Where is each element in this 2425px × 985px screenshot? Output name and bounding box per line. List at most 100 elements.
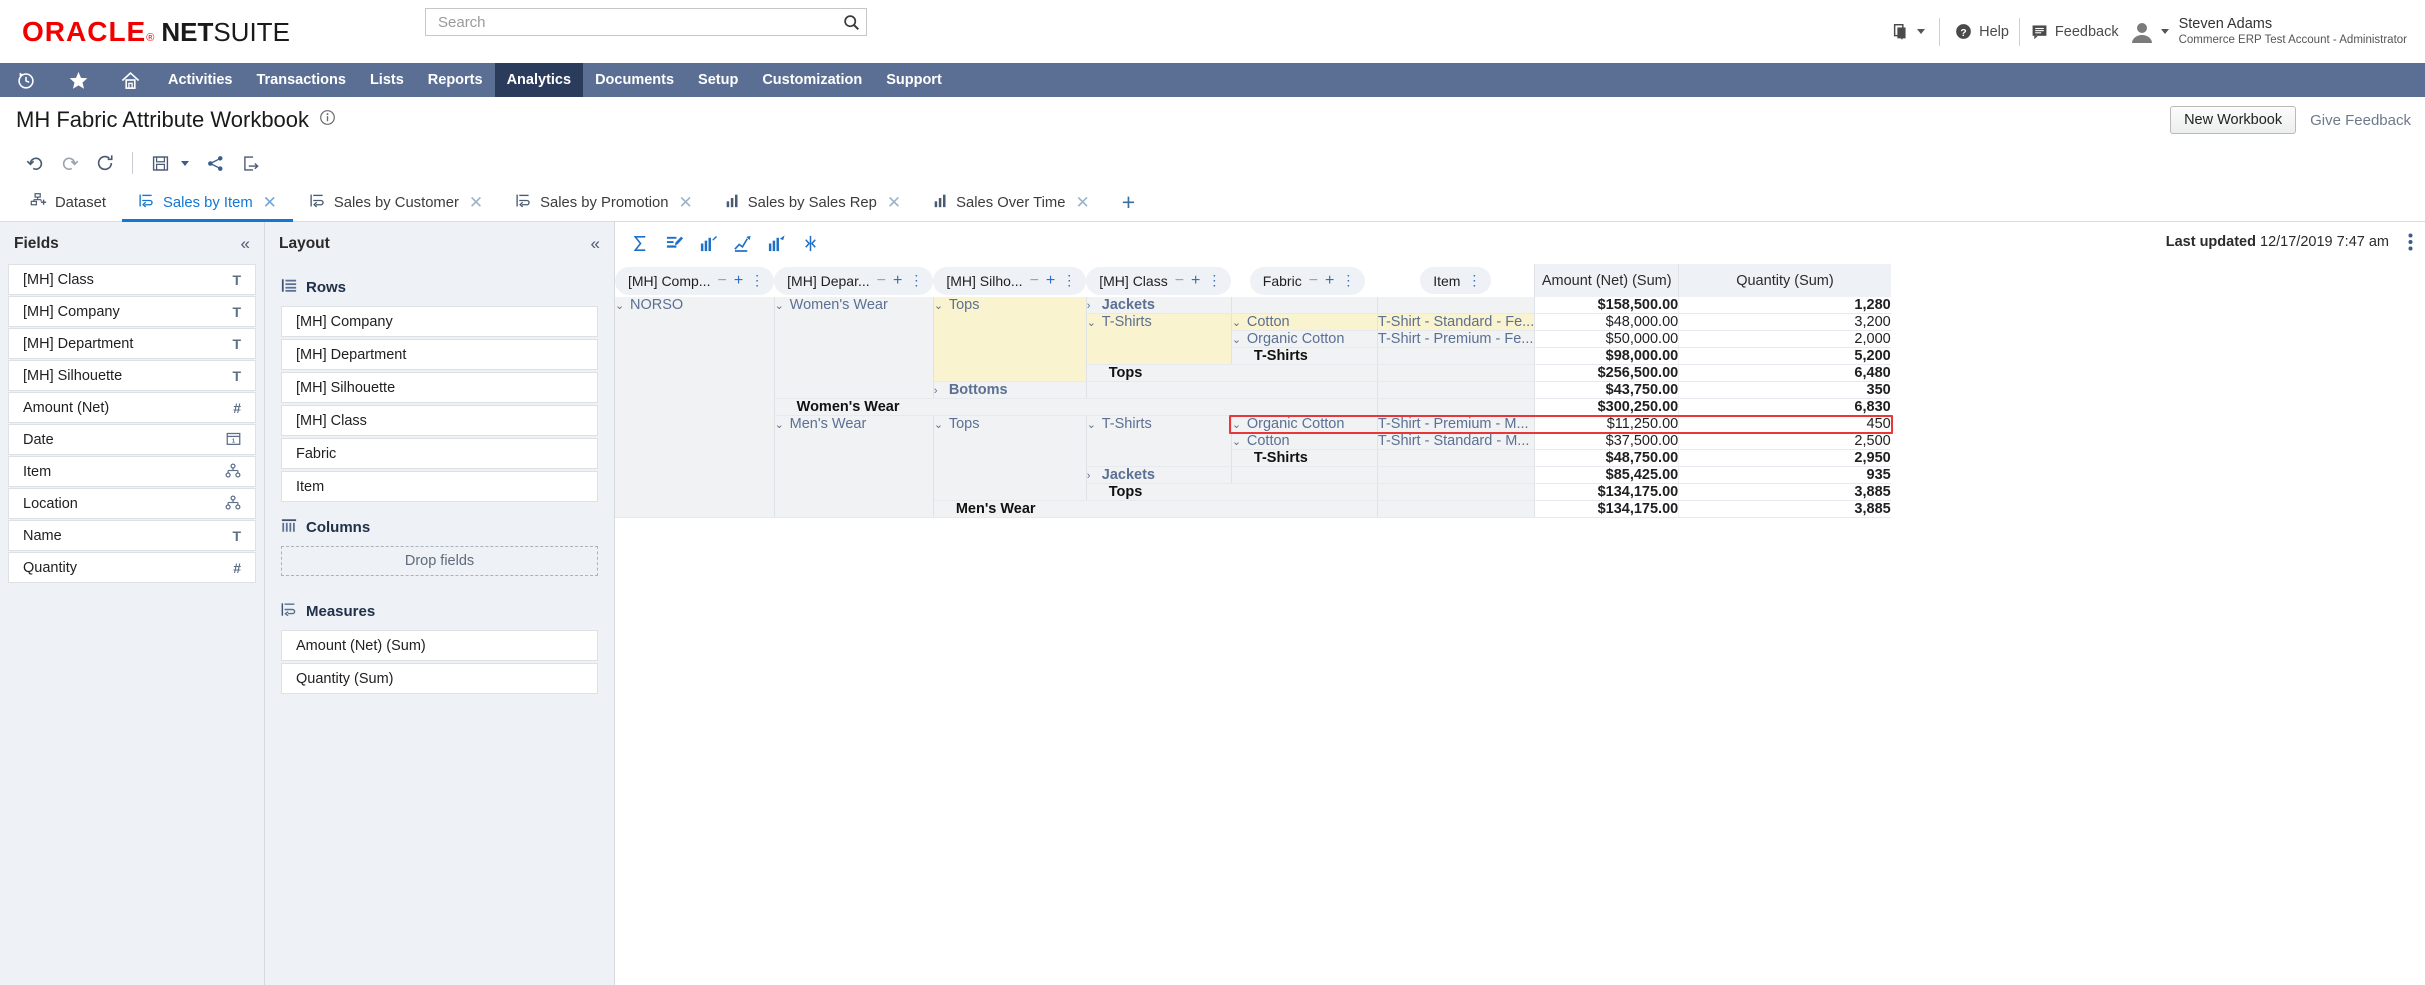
field-item[interactable]: [MH] Department T: [8, 328, 256, 359]
cell-class[interactable]: ⌄ T-Shirts: [1086, 313, 1232, 365]
table-row[interactable]: ⌄ Men's Wear ⌄ Tops ⌄ T-Shirts ⌄ Organic Cot…: [615, 415, 1891, 518]
close-icon[interactable]: ✕: [678, 194, 692, 211]
expand-level-icon[interactable]: +: [893, 272, 902, 290]
collapse-layout-icon[interactable]: «: [591, 234, 600, 254]
collapse-level-icon[interactable]: −: [1175, 272, 1184, 290]
undo-icon[interactable]: [18, 148, 51, 178]
netsuite-logo[interactable]: ORACLE ® NET SUITE: [22, 16, 290, 48]
kebab-icon[interactable]: ⋮: [1062, 272, 1076, 289]
feedback-button[interactable]: Feedback: [2030, 22, 2119, 41]
dimension-pill-company[interactable]: [MH] Comp... − + ⋮: [615, 266, 775, 295]
field-item[interactable]: Amount (Net) #: [8, 392, 256, 423]
fit-columns-icon[interactable]: [797, 230, 823, 256]
field-item[interactable]: Quantity #: [8, 552, 256, 583]
nav-item-documents[interactable]: Documents: [583, 63, 686, 97]
kebab-icon[interactable]: ⋮: [1341, 272, 1355, 289]
measure-header-amount[interactable]: Amount (Net) (Sum): [1534, 264, 1679, 297]
refresh-icon[interactable]: [88, 148, 121, 178]
cell-silhouette[interactable]: ⌄ Tops: [933, 415, 1087, 501]
collapsed-twisty-icon[interactable]: ›: [1087, 300, 1096, 312]
add-tab-button[interactable]: +: [1106, 184, 1151, 221]
nav-item-setup[interactable]: Setup: [686, 63, 750, 97]
collapse-level-icon[interactable]: −: [1309, 272, 1318, 290]
new-workbook-button[interactable]: New Workbook: [2170, 106, 2297, 134]
expand-level-icon[interactable]: +: [734, 272, 743, 290]
save-dropdown-caret-icon[interactable]: [181, 160, 189, 166]
nav-item-lists[interactable]: Lists: [358, 63, 416, 97]
layout-row-item[interactable]: [MH] Class: [281, 405, 598, 436]
expanded-twisty-icon[interactable]: ⌄: [1232, 418, 1241, 431]
recent-records-icon[interactable]: [0, 63, 52, 97]
dimension-pill-fabric[interactable]: Fabric − + ⋮: [1249, 266, 1366, 295]
measure-item[interactable]: Quantity (Sum): [281, 663, 598, 694]
field-item[interactable]: [MH] Class T: [8, 264, 256, 295]
add-chart-icon[interactable]: [763, 230, 789, 256]
info-icon[interactable]: [319, 109, 336, 131]
cell-class[interactable]: › Jackets: [1086, 297, 1232, 314]
layout-row-item[interactable]: [MH] Department: [281, 339, 598, 370]
expanded-twisty-icon[interactable]: ⌄: [1087, 316, 1096, 329]
nav-item-transactions[interactable]: Transactions: [244, 63, 357, 97]
pivot-options-kebab-icon[interactable]: [2408, 232, 2413, 257]
field-item[interactable]: [MH] Silhouette T: [8, 360, 256, 391]
cell-fabric[interactable]: ⌄ Cotton: [1231, 313, 1378, 331]
cell-class[interactable]: ⌄ T-Shirts: [1086, 415, 1232, 467]
tab-sales-by-item[interactable]: Sales by Item ✕: [122, 184, 293, 222]
conditional-format-icon[interactable]: [729, 230, 755, 256]
expanded-twisty-icon[interactable]: ⌄: [615, 299, 624, 312]
nav-item-reports[interactable]: Reports: [416, 63, 495, 97]
pivot-table-container[interactable]: [MH] Comp... − + ⋮ [MH] Depar... − + ⋮ […: [615, 264, 2425, 985]
layout-row-item[interactable]: Item: [281, 471, 598, 502]
layout-row-item[interactable]: [MH] Silhouette: [281, 372, 598, 403]
expanded-twisty-icon[interactable]: ⌄: [775, 418, 784, 431]
search-icon[interactable]: [836, 9, 866, 35]
expanded-twisty-icon[interactable]: ⌄: [1232, 316, 1241, 329]
cell-silhouette[interactable]: ⌄ Tops: [933, 297, 1087, 382]
tab-sales-by-customer[interactable]: Sales by Customer ✕: [293, 184, 499, 221]
redo-icon[interactable]: [53, 148, 86, 178]
give-feedback-link[interactable]: Give Feedback: [2310, 112, 2411, 129]
table-row[interactable]: Women's Wear $300,250.00 6,830: [615, 398, 1891, 416]
help-button[interactable]: ? Help: [1954, 22, 2009, 41]
user-menu[interactable]: Steven Adams Commerce ERP Test Account -…: [2129, 15, 2407, 48]
dimension-pill-class[interactable]: [MH] Class − + ⋮: [1086, 266, 1232, 295]
collapse-level-icon[interactable]: −: [877, 272, 886, 290]
layout-row-item[interactable]: Fabric: [281, 438, 598, 469]
cell-fabric[interactable]: ⌄ Organic Cotton: [1231, 415, 1378, 433]
columns-dropzone[interactable]: Drop fields: [281, 546, 598, 576]
cell-class[interactable]: › Jackets: [1086, 466, 1232, 484]
tab-dataset[interactable]: Dataset: [14, 184, 122, 221]
nav-item-support[interactable]: Support: [874, 63, 954, 97]
expanded-twisty-icon[interactable]: ⌄: [934, 418, 943, 431]
kebab-icon[interactable]: ⋮: [1207, 272, 1221, 289]
chart-settings-icon[interactable]: [695, 230, 721, 256]
expand-level-icon[interactable]: +: [1325, 272, 1334, 290]
close-icon[interactable]: ✕: [1076, 194, 1090, 211]
measure-header-quantity[interactable]: Quantity (Sum): [1678, 264, 1891, 297]
tab-sales-over-time[interactable]: Sales Over Time ✕: [917, 184, 1106, 221]
cell-fabric[interactable]: ⌄ Cotton: [1231, 432, 1378, 450]
field-item[interactable]: Item: [8, 456, 256, 487]
close-icon[interactable]: ✕: [263, 194, 277, 211]
cell-department[interactable]: ⌄ Men's Wear: [774, 415, 934, 518]
cell-department[interactable]: ⌄ Women's Wear: [774, 297, 934, 399]
expanded-twisty-icon[interactable]: ⌄: [1087, 418, 1096, 431]
collapse-level-icon[interactable]: −: [1030, 272, 1039, 290]
expanded-twisty-icon[interactable]: ⌄: [934, 299, 943, 312]
close-icon[interactable]: ✕: [887, 194, 901, 211]
nav-item-activities[interactable]: Activities: [156, 63, 244, 97]
collapse-fields-icon[interactable]: «: [241, 234, 250, 254]
expanded-twisty-icon[interactable]: ⌄: [1232, 333, 1241, 346]
kebab-icon[interactable]: ⋮: [750, 272, 764, 289]
cell-company[interactable]: ⌄ NORSO: [615, 297, 775, 518]
totals-sigma-icon[interactable]: [627, 230, 653, 256]
tab-sales-by-sales-rep[interactable]: Sales by Sales Rep ✕: [709, 184, 917, 221]
save-icon[interactable]: [144, 148, 177, 178]
field-item[interactable]: [MH] Company T: [8, 296, 256, 327]
home-icon[interactable]: [104, 63, 156, 97]
field-item[interactable]: Location: [8, 488, 256, 519]
layout-row-item[interactable]: [MH] Company: [281, 306, 598, 337]
cell-fabric[interactable]: ⌄ Organic Cotton: [1231, 330, 1378, 348]
kebab-icon[interactable]: ⋮: [1467, 272, 1481, 289]
search-input[interactable]: [436, 12, 836, 32]
